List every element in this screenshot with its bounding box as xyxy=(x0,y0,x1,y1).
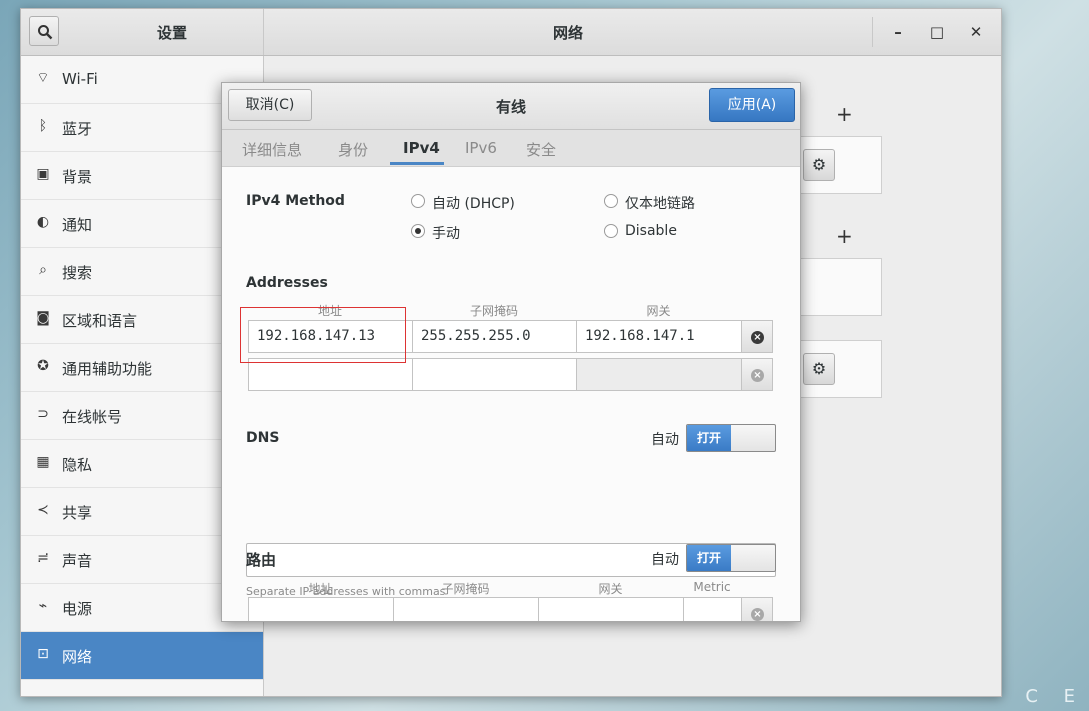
delete-address-button[interactable]: × xyxy=(741,358,773,391)
sidebar-item-label: 电源 xyxy=(62,600,93,618)
window-title: 网络 xyxy=(552,24,583,42)
radio-label: 手动 xyxy=(432,226,460,242)
ipv4-panel: IPv4 Method 自动 (DHCP) 仅本地链路 手动 Disable A… xyxy=(222,167,800,621)
ipv4-method-label: IPv4 Method xyxy=(246,193,345,209)
proxy-settings-button[interactable]: ⚙ xyxy=(803,353,835,385)
route-column-netmask: 子网掩码 xyxy=(441,582,490,596)
bluetooth-icon: ᛒ xyxy=(38,118,48,134)
add-vpn-icon[interactable]: + xyxy=(836,224,853,248)
sidebar-item-label: 共享 xyxy=(62,504,93,522)
window-controls: – □ ✕ xyxy=(872,17,1001,47)
delete-icon: × xyxy=(751,369,764,382)
sidebar-item-label: 蓝牙 xyxy=(62,120,93,138)
online-accounts-icon: ⊃ xyxy=(37,406,49,422)
wired-settings-button[interactable]: ⚙ xyxy=(803,149,835,181)
route-column-address: 地址 xyxy=(308,582,333,596)
switch-on-label: 打开 xyxy=(687,425,731,451)
cancel-button[interactable]: 取消(C) xyxy=(228,89,312,121)
route-gateway-input[interactable] xyxy=(538,597,684,621)
dns-label: DNS xyxy=(246,430,280,446)
radio-label: 仅本地链路 xyxy=(625,196,695,212)
tab-identity[interactable]: 身份 xyxy=(338,139,368,160)
sidebar-item-label: 搜索 xyxy=(62,264,93,282)
route-address-input[interactable] xyxy=(248,597,394,621)
sidebar-item-label: 声音 xyxy=(62,552,93,570)
netmask-input[interactable] xyxy=(412,358,577,391)
radio-indicator xyxy=(604,194,618,208)
accessibility-icon: ✪ xyxy=(37,358,49,374)
delete-icon: × xyxy=(751,608,764,621)
dialog-title: 有线 xyxy=(495,98,526,116)
sidebar-item-label: 通知 xyxy=(62,216,93,234)
sidebar-item-label: 网络 xyxy=(62,648,93,666)
search-icon xyxy=(38,25,53,40)
sound-icon: ≓ xyxy=(37,550,49,566)
titlebar-left: 设置 xyxy=(21,9,264,55)
wired-card: ⚙ xyxy=(800,136,882,194)
radio-label: 自动 (DHCP) xyxy=(432,196,515,212)
background-icon: ▣ xyxy=(36,166,50,182)
column-gateway: 网关 xyxy=(646,304,671,318)
sidebar-item-label: 通用辅助功能 xyxy=(62,360,153,378)
addresses-label: Addresses xyxy=(246,275,328,291)
route-column-gateway: 网关 xyxy=(598,582,623,596)
active-tab-indicator xyxy=(390,162,444,165)
delete-icon: × xyxy=(751,331,764,344)
privacy-icon: ▦ xyxy=(36,454,50,470)
add-wired-icon[interactable]: + xyxy=(836,102,853,126)
column-netmask: 子网掩码 xyxy=(469,304,518,318)
tab-details[interactable]: 详细信息 xyxy=(242,139,302,160)
camera-icon: ◙ xyxy=(36,310,50,326)
gateway-input[interactable] xyxy=(576,358,742,391)
dns-auto-switch[interactable]: 打开 xyxy=(686,424,776,452)
power-icon: ⌁ xyxy=(38,598,48,614)
notifications-icon: ◐ xyxy=(36,214,50,230)
route-column-metric: Metric xyxy=(693,580,731,594)
proxy-card: ⚙ xyxy=(800,340,882,398)
wifi-icon: ⌔ xyxy=(36,70,50,86)
highlight-box xyxy=(240,307,406,363)
route-netmask-input[interactable] xyxy=(393,597,539,621)
sidebar-item-label: 背景 xyxy=(62,168,93,186)
radio-indicator xyxy=(604,224,618,238)
tab-ipv4[interactable]: IPv4 xyxy=(403,139,440,157)
vpn-card xyxy=(800,258,882,316)
delete-address-button[interactable]: × xyxy=(741,320,773,353)
sidebar-title: 设置 xyxy=(156,24,187,42)
desktop-corner-text: C E xyxy=(1025,686,1085,707)
sidebar-item-label: 隐私 xyxy=(62,456,93,474)
share-icon: ≺ xyxy=(37,502,49,518)
dialog-header: 取消(C) 有线 应用(A) xyxy=(222,83,800,130)
switch-on-label: 打开 xyxy=(687,545,731,571)
sidebar-item-label: 在线帐号 xyxy=(62,408,123,426)
sidebar-item-label: Wi-Fi xyxy=(62,70,98,88)
routes-auto-switch[interactable]: 打开 xyxy=(686,544,776,572)
gateway-input[interactable]: 192.168.147.1 xyxy=(576,320,742,353)
routes-label: 路由 xyxy=(246,551,277,569)
apply-button[interactable]: 应用(A) xyxy=(709,88,795,122)
radio-label: Disable xyxy=(625,223,677,239)
radio-indicator xyxy=(411,224,425,238)
dialog-tabs: 详细信息 身份 IPv4 IPv6 安全 xyxy=(222,130,800,167)
search-button[interactable] xyxy=(29,16,59,46)
maximize-button[interactable]: □ xyxy=(926,21,948,43)
window-titlebar: 设置 网络 – □ ✕ xyxy=(21,9,1001,56)
minimize-button[interactable]: – xyxy=(887,21,909,43)
close-button[interactable]: ✕ xyxy=(965,21,987,43)
search-icon: ⌕ xyxy=(39,262,47,278)
routes-auto-label: 自动 xyxy=(651,552,679,568)
radio-indicator xyxy=(411,194,425,208)
netmask-input[interactable]: 255.255.255.0 xyxy=(412,320,577,353)
dns-auto-label: 自动 xyxy=(651,432,679,448)
tab-security[interactable]: 安全 xyxy=(526,139,556,160)
tab-ipv6[interactable]: IPv6 xyxy=(465,139,497,157)
network-icon: ⊡ xyxy=(37,646,49,662)
delete-route-button[interactable]: × xyxy=(741,597,773,621)
sidebar-item-label: 区域和语言 xyxy=(62,312,138,330)
route-metric-input[interactable] xyxy=(683,597,742,621)
sidebar-item-network[interactable]: ⊡ 网络 xyxy=(21,632,263,680)
